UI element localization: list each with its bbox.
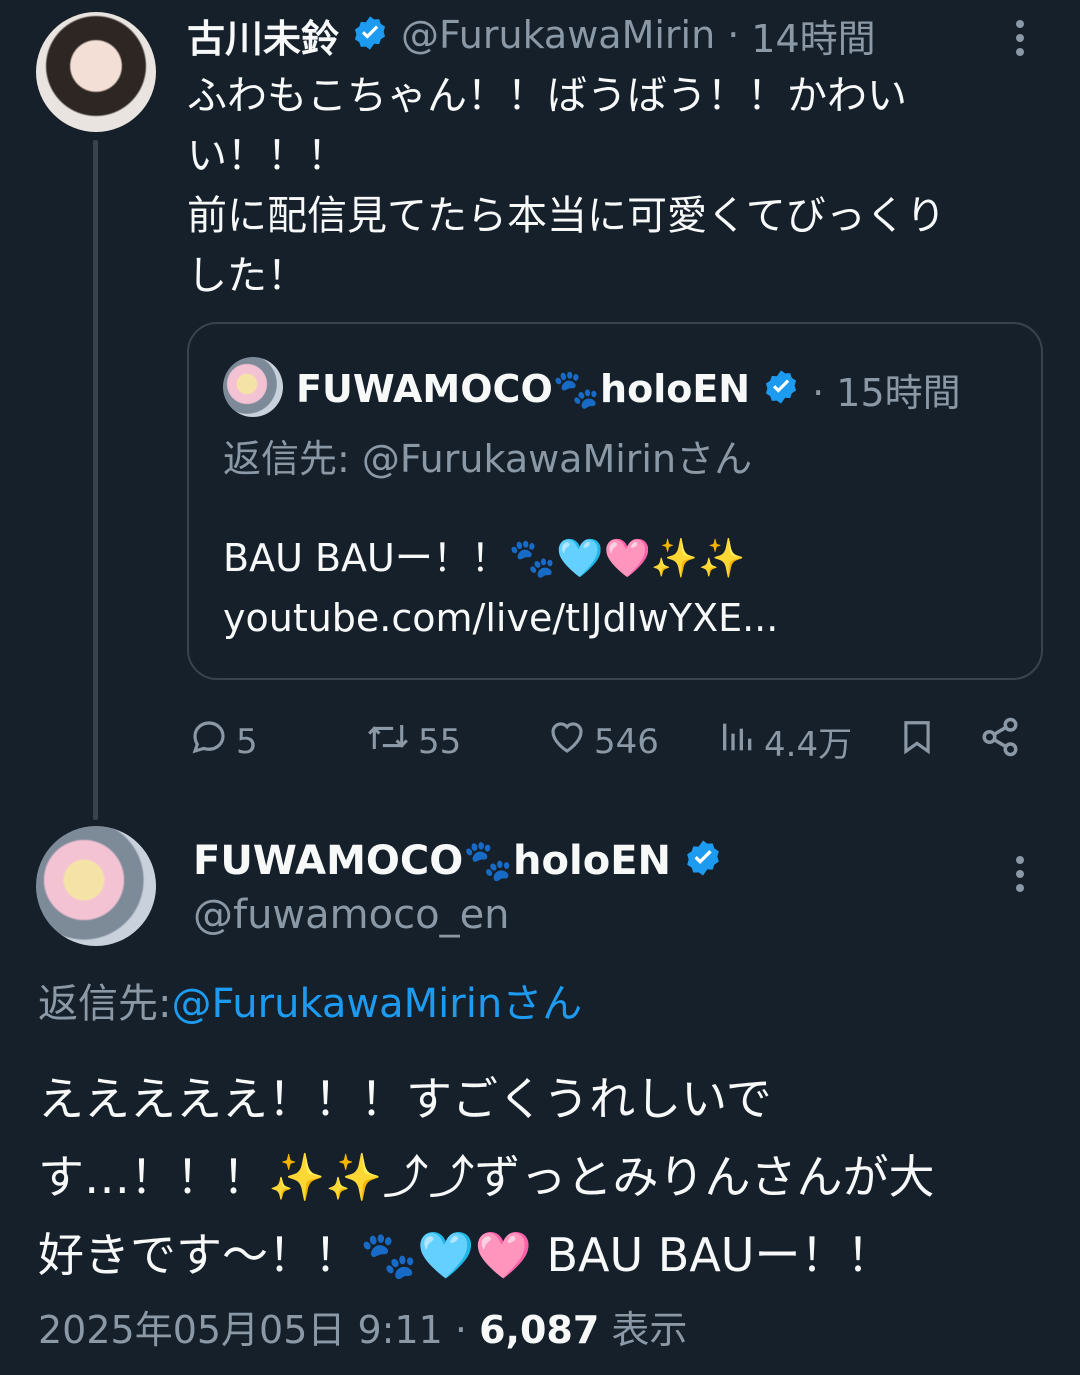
quote-link: youtube.com/live/tIJdIwYXE... bbox=[223, 596, 779, 640]
reply-button[interactable]: 5 bbox=[188, 716, 258, 767]
tweet2-header: FUWAMOCO🐾holoEN bbox=[193, 832, 723, 888]
views-count: 4.4万 bbox=[764, 725, 853, 765]
retweet-button[interactable]: 55 bbox=[364, 716, 461, 767]
quote-reply-to: @FurukawaMirinさん bbox=[361, 437, 753, 481]
tweet2-line: えええええ！！！すごくうれしいで bbox=[38, 1072, 772, 1126]
tweet2-dot: · bbox=[454, 1308, 468, 1352]
reply-icon bbox=[188, 716, 230, 767]
avatar-fuwamoco[interactable] bbox=[36, 826, 156, 946]
tweet2-line: す…！！！✨✨⤴⤴ずっとみりんさんが大 bbox=[38, 1150, 935, 1204]
tweet2-views-label: 表示 bbox=[611, 1308, 688, 1352]
views-button[interactable]: 4.4万 bbox=[718, 716, 852, 767]
tweet1-handle[interactable]: @FurukawaMirin bbox=[401, 13, 715, 57]
heart-icon bbox=[546, 716, 588, 767]
tweet1-line: した！ bbox=[187, 253, 307, 299]
verified-badge-icon bbox=[683, 838, 723, 882]
tweet1-sep: · bbox=[727, 13, 740, 57]
more-options-icon[interactable] bbox=[1014, 20, 1026, 62]
reply-count: 5 bbox=[236, 721, 258, 762]
tweet1-text: ふわもこちゃん！！ばうばう！！かわい い！！！ 前に配信見てたら本当に可愛くてび… bbox=[187, 66, 1047, 306]
quote-line: BAU BAUー！！🐾🩵🩷✨✨ bbox=[223, 536, 746, 580]
quote-avatar bbox=[223, 357, 283, 417]
tweet1-line: ふわもこちゃん！！ばうばう！！かわい bbox=[187, 73, 907, 119]
retweet-count: 55 bbox=[418, 721, 462, 762]
quote-reply-prefix: 返信先: bbox=[223, 437, 350, 481]
tweet2-reply-to[interactable]: @FurukawaMirinさん bbox=[171, 981, 582, 1027]
tweet2-handle[interactable]: @fuwamoco_en bbox=[193, 888, 510, 942]
tweet1-line: 前に配信見てたら本当に可愛くてびっくり bbox=[187, 193, 946, 239]
share-icon bbox=[978, 716, 1022, 767]
like-count: 546 bbox=[594, 721, 659, 762]
tweet2-line: 好きです〜！！🐾🩵🩷 BAU BAUー！！ bbox=[38, 1228, 893, 1282]
share-button[interactable] bbox=[978, 716, 1022, 767]
quote-text: BAU BAUー！！🐾🩵🩷✨✨ youtube.com/live/tIJdIwY… bbox=[223, 528, 778, 648]
tweet2-display-name[interactable]: FUWAMOCO🐾holoEN bbox=[193, 837, 671, 884]
tweet1-line: い！！！ bbox=[187, 133, 347, 179]
tweet2-timestamp[interactable]: 2025年05月05日 9:11 bbox=[38, 1308, 443, 1352]
tweet2-meta: 2025年05月05日 9:11 · 6,087 表示 bbox=[38, 1302, 687, 1358]
quote-reply-line: 返信先: @FurukawaMirinさん bbox=[223, 432, 752, 486]
tweet2-reply-line: 返信先:@FurukawaMirinさん bbox=[38, 976, 582, 1032]
like-button[interactable]: 546 bbox=[546, 716, 659, 767]
quote-header: FUWAMOCO🐾holoEN · 15時間 bbox=[296, 362, 961, 416]
analytics-icon bbox=[718, 716, 758, 767]
tweet1-header: 古川未鈴 @FurukawaMirin · 14時間 bbox=[187, 8, 876, 63]
quote-display-name: FUWAMOCO🐾holoEN bbox=[296, 366, 751, 411]
verified-badge-icon bbox=[762, 368, 800, 410]
bookmark-button[interactable] bbox=[898, 716, 936, 767]
bookmark-icon bbox=[898, 716, 936, 767]
tweet2-reply-prefix: 返信先: bbox=[38, 981, 172, 1027]
tweet2-views-count: 6,087 bbox=[479, 1308, 600, 1352]
tweet1-time[interactable]: 14時間 bbox=[751, 8, 875, 63]
tweet1-actions: 5 55 546 4.4万 bbox=[0, 708, 1080, 768]
verified-badge-icon bbox=[351, 14, 389, 56]
tweet1-display-name[interactable]: 古川未鈴 bbox=[187, 8, 339, 63]
retweet-icon bbox=[364, 716, 412, 767]
tweet2-text: えええええ！！！すごくうれしいで す…！！！✨✨⤴⤴ずっとみりんさんが大 好きで… bbox=[38, 1060, 1048, 1294]
more-options-icon[interactable] bbox=[1014, 856, 1026, 898]
quote-time: · 15時間 bbox=[812, 370, 961, 415]
avatar-furukawa[interactable] bbox=[36, 12, 156, 132]
